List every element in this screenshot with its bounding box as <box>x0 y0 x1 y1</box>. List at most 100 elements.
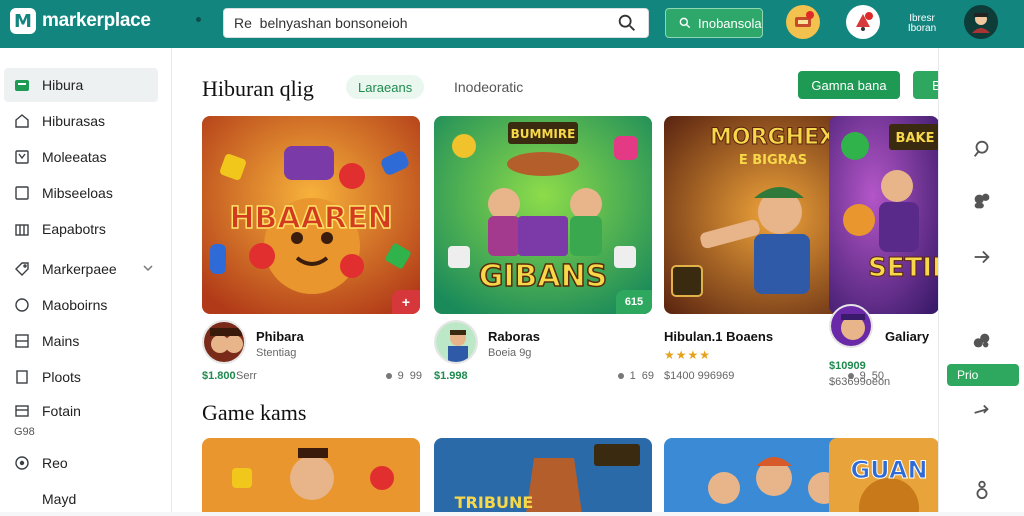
send-icon[interactable] <box>971 400 993 422</box>
sidebar-item-markerpaee[interactable]: Markerpaee <box>4 252 158 286</box>
tab-laraeans[interactable]: Laraeans <box>346 75 425 99</box>
profile-menu-label-2: Iboran <box>907 23 937 34</box>
game-card-meta: Galiary $10909 $63699oeon <box>829 304 938 390</box>
game-art-image: GUAN <box>829 438 938 512</box>
sidebar-item-hibura[interactable]: Hibura <box>4 68 158 102</box>
gamna-bana-button[interactable]: Gamna bana <box>798 71 900 99</box>
game-art-image: TRIBUNE <box>434 438 652 512</box>
game-price: $10909 <box>829 360 866 372</box>
game-price-note: $63699oeon <box>829 376 891 388</box>
sidebar-item-fotain[interactable]: Fotain <box>4 394 158 428</box>
price-badge[interactable]: 615 <box>616 290 652 314</box>
arrow-right-icon[interactable] <box>971 246 993 268</box>
top-bar: M markerplace Inobansola Ibresr Iboran <box>0 0 1024 48</box>
sidebar-item-label: Maoboirns <box>42 297 108 313</box>
clock-icon <box>15 456 29 470</box>
game-card[interactable]: GUAN <box>829 438 938 512</box>
game-art-title: MORGHEX <box>710 125 836 150</box>
stat-dot-icon <box>385 373 392 379</box>
game-subtitle: Boeia 9g <box>488 347 532 359</box>
top-cta-button[interactable]: Inobansola <box>665 8 763 38</box>
sidebar-item-eapabotrs[interactable]: Eapabotrs <box>4 212 158 246</box>
sidebar-item-label: Markerpaee <box>42 261 117 277</box>
game-card[interactable]: TRIBUNE <box>434 438 652 512</box>
search-input[interactable] <box>234 15 616 31</box>
sidebar-item-maoboirns[interactable]: Maoboirns <box>4 288 158 322</box>
search-small-icon <box>679 17 691 29</box>
game-price-note: Serr <box>236 370 257 382</box>
user-icon[interactable] <box>971 478 993 500</box>
game-price: $1.998 <box>434 370 468 382</box>
stat-b: 99 <box>409 370 422 382</box>
top-cta-label: Inobansola <box>698 15 762 31</box>
search-icon[interactable] <box>971 138 993 160</box>
game-art-image: BAKE SETIE <box>829 116 938 314</box>
game-card-meta: Raboras Boeia 9g $1.998 1 69 <box>434 320 654 390</box>
game-card[interactable]: BAKE SETIE <box>829 116 938 314</box>
right-rail: Prio <box>938 48 1024 512</box>
prio-button[interactable]: Prio <box>947 364 1019 386</box>
search-icon[interactable] <box>616 12 638 34</box>
sidebar-item-reo[interactable]: Reo <box>4 446 158 480</box>
game-card[interactable]: BUMMIRE GIBANS 615 <box>434 116 652 314</box>
tab-inodeoratic[interactable]: Inodeoratic <box>454 79 523 95</box>
trophy-badge-icon[interactable] <box>786 5 820 39</box>
game-name[interactable]: Galiary <box>885 329 929 344</box>
sidebar-item-label: Hiburasas <box>42 113 106 129</box>
game-stats: 1 69 <box>617 370 654 382</box>
chat-icon <box>15 298 29 312</box>
game-name[interactable]: Phibara <box>256 329 304 344</box>
sidebar-item-label: Hibura <box>42 77 84 93</box>
status-dot-icon <box>196 17 201 22</box>
game-avatar[interactable] <box>434 320 478 364</box>
game-art-banner: BUMMIRE <box>511 127 576 141</box>
users-icon[interactable] <box>971 190 993 212</box>
game-art-subtitle: E BIGRAS <box>739 153 807 168</box>
game-name[interactable]: Hibulan.1 Boaens <box>664 329 773 344</box>
store-icon <box>15 80 29 91</box>
puzzle-icon[interactable] <box>971 330 993 352</box>
stat-b: 69 <box>641 370 654 382</box>
game-avatar[interactable] <box>829 304 873 348</box>
game-card[interactable] <box>202 438 420 512</box>
sidebar-sub-label: G98 <box>14 426 35 438</box>
sidebar-item-mibseeloas[interactable]: Mibseeloas <box>4 176 158 210</box>
profile-menu[interactable]: Ibresr Iboran <box>900 9 944 39</box>
sidebar-item-label: Eapabotrs <box>42 221 106 237</box>
notification-icon[interactable] <box>846 5 880 39</box>
sidebar-item-ploots[interactable]: Ploots <box>4 360 158 394</box>
grid-icon <box>15 334 29 348</box>
logo[interactable]: M markerplace <box>10 8 151 34</box>
sidebar-item-label: Mibseeloas <box>42 185 113 201</box>
add-icon[interactable]: + <box>392 290 420 314</box>
stat-a: 9 <box>397 370 404 382</box>
stat-dot-icon <box>617 373 624 379</box>
game-art-title: TRIBUNE <box>455 493 534 512</box>
building-icon <box>15 224 29 236</box>
filter-icon <box>15 150 29 164</box>
blank-icon <box>14 491 30 507</box>
sidebar-item-label: Ploots <box>42 369 81 385</box>
sidebar-item-mayd[interactable]: Mayd <box>4 482 158 516</box>
avatar[interactable] <box>964 5 998 39</box>
game-art-title: SETIE <box>868 253 938 283</box>
game-price: $1400 996969 <box>664 370 735 382</box>
main-content: Hiburan qlig Laraeans Inodeoratic Gamna … <box>172 48 938 512</box>
game-art-title: GIBANS <box>479 259 608 294</box>
search-bar[interactable] <box>223 8 649 38</box>
sidebar-item-moleeatas[interactable]: Moleeatas <box>4 140 158 174</box>
chevron-down-icon[interactable] <box>142 262 154 274</box>
sidebar-item-mains[interactable]: Mains <box>4 324 158 358</box>
game-art-banner: BAKE <box>896 131 935 146</box>
sidebar-item-label: Fotain <box>42 403 81 419</box>
doc-icon <box>16 370 28 384</box>
game-stats: 9 99 <box>385 370 422 382</box>
sidebar-item-hiburasas[interactable]: Hiburasas <box>4 104 158 138</box>
bamant-button[interactable]: Bamant <box>913 71 938 99</box>
game-name[interactable]: Raboras <box>488 329 540 344</box>
game-price: $1.800 <box>202 370 236 382</box>
game-avatar[interactable] <box>202 320 246 364</box>
sidebar-item-label: Mayd <box>42 491 77 507</box>
game-card[interactable]: HBAAREN + <box>202 116 420 314</box>
tag-icon <box>15 262 29 276</box>
